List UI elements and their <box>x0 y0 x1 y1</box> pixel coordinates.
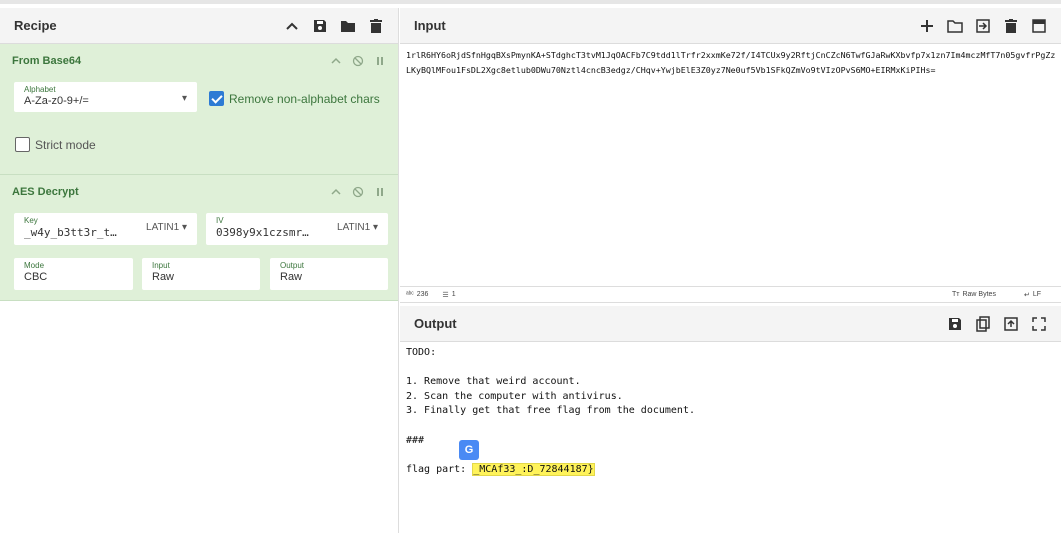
iv-input[interactable]: IV 0398y9x1czsmr… LATIN1 ▾ <box>206 213 388 245</box>
strict-mode-label: Strict mode <box>35 137 96 152</box>
alphabet-select[interactable]: Alphabet A-Za-z0-9+/= ▾ <box>14 82 197 112</box>
recipe-panel: Recipe From Base64 Alphabet A-Za-z0-9+/=… <box>0 8 399 533</box>
input-status-bar: ᵃᵇᶜ 236 ☰ 1 Tт Raw Bytes ↵ LF <box>400 286 1061 302</box>
text-size-icon: Tт <box>952 291 960 298</box>
recipe-header: Recipe <box>0 8 398 44</box>
op-name: AES Decrypt <box>12 186 79 198</box>
remove-nonalpha-checkbox[interactable]: Remove non-alphabet chars <box>209 91 380 106</box>
save-output-icon[interactable] <box>947 316 963 332</box>
output-line: 2. Scan the computer with antivirus. <box>406 390 623 402</box>
add-tab-icon[interactable] <box>919 18 935 34</box>
disable-icon[interactable] <box>352 186 364 198</box>
line-count: ☰ 1 <box>442 291 455 299</box>
output-line: ### <box>406 434 425 446</box>
strict-mode-checkbox[interactable]: Strict mode <box>15 137 96 152</box>
google-translate-icon[interactable]: G <box>459 440 479 460</box>
input-format-label: Input <box>152 261 170 270</box>
key-label: Key <box>24 216 38 225</box>
iv-encoding-value: LATIN1 <box>337 222 371 233</box>
input-format-select[interactable]: Input Raw <box>142 258 260 290</box>
output-format-label: Output <box>280 261 305 270</box>
output-title: Output <box>414 316 457 331</box>
iv-label: IV <box>216 216 224 225</box>
iv-encoding-select[interactable]: LATIN1 ▾ <box>337 222 378 233</box>
copy-output-icon[interactable] <box>975 315 991 332</box>
mode-select[interactable]: Mode CBC <box>14 258 133 290</box>
output-textarea[interactable]: TODO: 1. Remove that weird account. 2. S… <box>406 346 695 477</box>
open-folder-icon[interactable] <box>947 18 963 34</box>
lines-icon: ☰ <box>442 291 449 299</box>
key-encoding-select[interactable]: LATIN1 ▾ <box>146 222 187 233</box>
collapse-all-icon[interactable] <box>284 18 300 34</box>
abc-icon: ᵃᵇᶜ <box>406 291 414 298</box>
line-count-value: 1 <box>451 291 456 298</box>
encoding-button[interactable]: Tт Raw Bytes <box>952 291 996 299</box>
clear-recipe-icon[interactable] <box>368 18 384 34</box>
char-count: ᵃᵇᶜ 236 <box>406 291 428 298</box>
recipe-title: Recipe <box>14 18 57 33</box>
iv-value: 0398y9x1czsmr… <box>216 226 309 239</box>
flag-value-highlight: _MCAf33_:D_72844187} <box>472 462 595 476</box>
return-icon: ↵ <box>1023 291 1030 299</box>
op-aes-decrypt[interactable]: AES Decrypt Key _w4y_b3tt3r_t… LATIN1 ▾ … <box>0 175 398 301</box>
dropdown-caret-icon: ▾ <box>181 93 187 104</box>
chevron-up-icon[interactable] <box>330 186 342 198</box>
reset-layout-icon[interactable] <box>1031 18 1047 34</box>
pause-icon[interactable] <box>374 55 386 67</box>
pause-icon[interactable] <box>374 186 386 198</box>
checkbox-unchecked-icon[interactable] <box>15 137 30 152</box>
output-line: TODO: <box>406 347 437 358</box>
output-format-select[interactable]: Output Raw <box>270 258 388 290</box>
save-recipe-icon[interactable] <box>312 18 328 34</box>
output-line: 1. Remove that weird account. <box>406 376 581 388</box>
op-name: From Base64 <box>12 55 82 67</box>
mode-label: Mode <box>24 261 45 270</box>
cyberchef-app: Recipe From Base64 Alphabet A-Za-z0-9+/=… <box>0 0 1061 533</box>
output-format-value: Raw <box>280 271 303 283</box>
input-format-value: Raw <box>152 271 175 283</box>
input-header: Input <box>400 8 1061 44</box>
clear-input-icon[interactable] <box>1003 18 1019 34</box>
output-line: 3. Finally get that free flag from the d… <box>406 405 695 417</box>
key-input[interactable]: Key _w4y_b3tt3r_t… LATIN1 ▾ <box>14 213 197 245</box>
checkbox-checked-icon[interactable] <box>209 91 224 106</box>
input-title: Input <box>414 18 446 33</box>
char-count-value: 236 <box>416 291 429 298</box>
chevron-up-icon[interactable] <box>330 55 342 67</box>
key-value: _w4y_b3tt3r_t… <box>24 226 117 239</box>
eol-button[interactable]: ↵ LF <box>1024 291 1041 299</box>
eol-value: LF <box>1032 291 1041 298</box>
flag-prefix: flag part: <box>406 463 473 475</box>
key-encoding-value: LATIN1 <box>146 222 180 233</box>
output-header: Output <box>400 306 1061 342</box>
disable-icon[interactable] <box>352 55 364 67</box>
encoding-value: Raw Bytes <box>962 291 996 298</box>
load-recipe-icon[interactable] <box>340 18 356 34</box>
remove-nonalpha-label: Remove non-alphabet chars <box>229 91 380 106</box>
input-textarea[interactable]: 1rlR6HY6oRjdSfnHgqBXsPmynKA+STdghcT3tvM1… <box>406 48 1058 77</box>
alphabet-value: A-Za-z0-9+/= <box>24 95 89 107</box>
mode-value: CBC <box>24 271 48 283</box>
maximize-icon[interactable] <box>1031 316 1047 332</box>
alphabet-label: Alphabet <box>24 85 56 94</box>
op-from-base64[interactable]: From Base64 Alphabet A-Za-z0-9+/= ▾ Remo… <box>0 44 398 175</box>
open-file-icon[interactable] <box>975 18 991 34</box>
replace-input-icon[interactable] <box>1003 316 1019 332</box>
input-panel: Input 1rlR6HY6oRjdSfnHgqBXsPmynKA+STdghc… <box>400 8 1061 302</box>
output-panel: Output TODO: 1. Remove that weird accoun… <box>400 306 1061 533</box>
